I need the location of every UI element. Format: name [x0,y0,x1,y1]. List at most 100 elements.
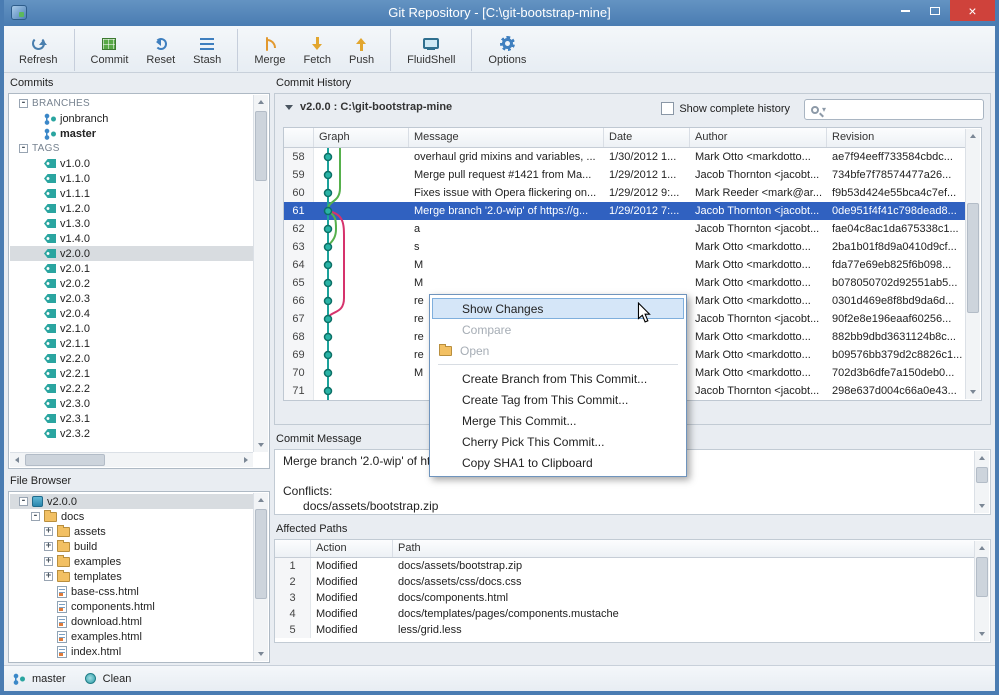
scroll-up-icon[interactable] [975,541,989,555]
column-header[interactable]: Graph [314,128,409,147]
scroll-down-icon[interactable] [966,385,980,399]
tree-item[interactable]: master [10,126,253,141]
affected-path-row[interactable]: 3 Modified docs/components.html [275,590,975,606]
toolbar-button[interactable]: Stash [184,29,230,71]
disclosure-triangle-icon[interactable] [285,105,293,110]
scroll-up-icon[interactable] [975,451,989,465]
scroll-down-icon[interactable] [975,499,989,513]
expander-icon[interactable] [44,572,53,581]
scroll-thumb[interactable] [976,467,988,483]
column-header[interactable]: Message [409,128,604,147]
tree-item[interactable]: v2.1.0 [10,321,253,336]
column-header[interactable] [284,128,314,147]
repo-selector[interactable]: v2.0.0 : C:\git-bootstrap-mine [285,101,452,113]
column-header[interactable]: Action [311,540,393,557]
tree-item[interactable]: v1.1.1 [10,186,253,201]
commit-row[interactable]: 62 a Jacob Thornton <jacobt... fae04c8ac… [284,220,966,238]
scroll-up-icon[interactable] [966,129,980,143]
scroll-left-icon[interactable] [10,453,24,467]
menu-item[interactable]: Merge This Commit... [432,410,684,431]
show-complete-history[interactable]: Show complete history [661,102,790,115]
tree-item[interactable]: templates [10,569,253,584]
tree-item[interactable]: v2.0.2 [10,276,253,291]
tree-item[interactable]: v2.3.2 [10,426,253,441]
commit-row[interactable]: 65 M Mark Otto <markdotto... b078050702d… [284,274,966,292]
search-input[interactable] [829,103,977,117]
menu-item[interactable]: Open [432,340,684,361]
tree-item[interactable]: components.html [10,599,253,614]
scroll-thumb[interactable] [967,203,979,313]
scroll-up-icon[interactable] [254,493,268,507]
tree-item[interactable]: examples [10,554,253,569]
column-header[interactable] [275,540,311,557]
scroll-down-icon[interactable] [254,438,268,452]
expander-icon[interactable] [19,497,28,506]
menu-item[interactable]: Copy SHA1 to Clipboard [432,452,684,473]
toolbar-button[interactable]: Merge [237,29,294,71]
tree-item[interactable]: v1.2.0 [10,201,253,216]
tree-item[interactable]: v2.0.0 [10,494,253,509]
commit-row[interactable]: 60 Fixes issue with Opera flickering on.… [284,184,966,202]
tree-item[interactable]: examples.html [10,629,253,644]
scroll-down-icon[interactable] [975,627,989,641]
tree-item[interactable]: v1.1.0 [10,171,253,186]
expander-icon[interactable] [44,542,53,551]
expander-icon[interactable] [31,512,40,521]
toolbar-button[interactable]: Fetch [295,29,341,71]
column-header[interactable]: Author [690,128,827,147]
tree-item[interactable]: v1.3.0 [10,216,253,231]
tree-item[interactable]: build [10,539,253,554]
tree-item[interactable]: v2.0.0 [10,246,253,261]
minimize-button[interactable] [890,0,920,21]
commit-row[interactable]: 58 overhaul grid mixins and variables, .… [284,148,966,166]
column-header[interactable]: Path [393,540,975,557]
search-box[interactable]: ▾ [804,99,984,120]
tree-item[interactable]: BRANCHES [10,96,253,111]
vertical-scrollbar[interactable] [965,129,980,399]
vertical-scrollbar[interactable] [253,95,268,452]
menu-item[interactable]: Create Tag from This Commit... [432,389,684,410]
toolbar-button[interactable]: Options [471,29,535,71]
affected-path-row[interactable]: 2 Modified docs/assets/css/docs.css [275,574,975,590]
scroll-thumb[interactable] [255,111,267,181]
toolbar-button[interactable]: Commit [74,29,138,71]
affected-path-row[interactable]: 1 Modified docs/assets/bootstrap.zip [275,558,975,574]
tree-item[interactable]: v2.2.2 [10,381,253,396]
tree-item[interactable]: v2.2.1 [10,366,253,381]
tree-item[interactable]: v2.3.1 [10,411,253,426]
vertical-scrollbar[interactable] [253,493,268,661]
tree-item[interactable]: v1.0.0 [10,156,253,171]
tree-item[interactable]: v1.4.0 [10,231,253,246]
column-header[interactable]: Revision [827,128,966,147]
toolbar-button[interactable]: FluidShell [390,29,464,71]
chevron-down-icon[interactable]: ▾ [822,106,826,114]
commit-row[interactable]: 63 s Mark Otto <markdotto... 2ba1b01f8d9… [284,238,966,256]
scroll-thumb[interactable] [255,509,267,599]
tree-item[interactable]: base-css.html [10,584,253,599]
tree-item[interactable]: index.html [10,644,253,659]
toolbar-button[interactable]: Push [340,29,383,71]
tree-item[interactable]: v2.0.1 [10,261,253,276]
expander-icon[interactable] [19,144,28,153]
tree-item[interactable]: v2.2.0 [10,351,253,366]
commit-row[interactable]: 64 M Mark Otto <markdotto... fda77e69eb8… [284,256,966,274]
horizontal-scrollbar[interactable] [10,452,253,467]
expander-icon[interactable] [44,527,53,536]
commit-row[interactable]: 59 Merge pull request #1421 from Ma... 1… [284,166,966,184]
scroll-thumb[interactable] [25,454,105,466]
menu-item[interactable]: Cherry Pick This Commit... [432,431,684,452]
tree-item[interactable]: assets [10,524,253,539]
close-button[interactable]: × [950,0,995,21]
tree-item[interactable]: v2.0.4 [10,306,253,321]
affected-path-row[interactable]: 5 Modified less/grid.less [275,622,975,638]
scroll-up-icon[interactable] [254,95,268,109]
maximize-button[interactable] [920,0,950,21]
affected-path-row[interactable]: 4 Modified docs/templates/pages/componen… [275,606,975,622]
scroll-down-icon[interactable] [254,647,268,661]
toolbar-button[interactable]: Refresh [10,29,67,71]
menu-item[interactable]: Create Branch from This Commit... [432,368,684,389]
show-complete-history-checkbox[interactable] [661,102,674,115]
tree-item[interactable]: v2.3.0 [10,396,253,411]
tree-item[interactable]: download.html [10,614,253,629]
scroll-right-icon[interactable] [239,453,253,467]
